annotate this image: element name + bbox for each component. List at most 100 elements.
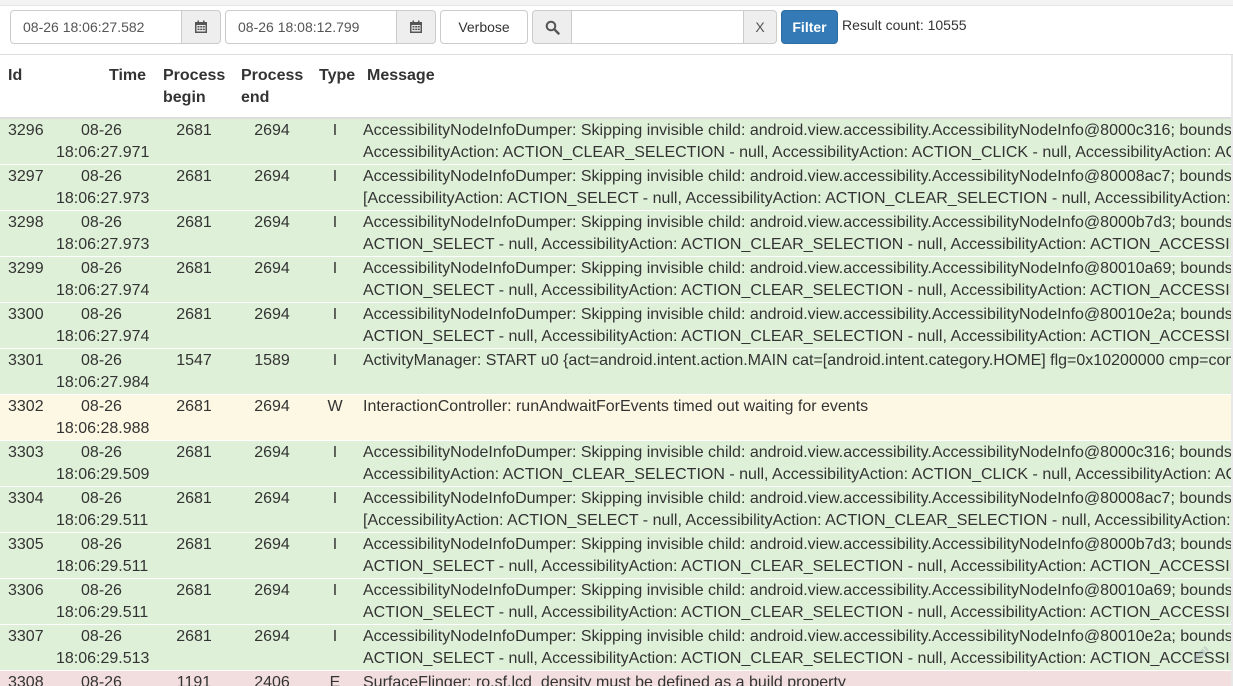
- log-message-line1: AccessibilityNodeInfoDumper: Skipping in…: [363, 628, 1233, 645]
- log-clock: 18:06:29.509: [56, 466, 150, 483]
- log-row[interactable]: 3298 08-26 18:06:27.973 2681 2694 I Accessibil…: [0, 210, 1233, 257]
- log-process-begin: 2681: [155, 532, 233, 579]
- log-process-end: 2694: [233, 394, 311, 441]
- log-row[interactable]: 3306 08-26 18:06:29.511 2681 2694 I Accessibil…: [0, 578, 1233, 625]
- log-table-body: 3296 08-26 18:06:27.971 2681 2694 I Accessibil…: [0, 117, 1233, 686]
- log-id: 3306: [0, 578, 48, 625]
- log-row[interactable]: 3302 08-26 18:06:28.988 2681 2694 W Interactio…: [0, 394, 1233, 441]
- log-time: 08-26 18:06:29.511: [48, 486, 155, 533]
- log-clock: 18:06:27.974: [56, 282, 150, 299]
- log-clock: 18:06:28.988: [56, 420, 150, 437]
- column-header-message[interactable]: Message: [359, 55, 1233, 119]
- start-time-input[interactable]: 08-26 18:06:27.582: [10, 10, 182, 44]
- end-time-input[interactable]: 08-26 18:08:12.799: [225, 10, 397, 44]
- log-process-end: 2694: [233, 624, 311, 671]
- log-message: AccessibilityNodeInfoDumper: Skipping in…: [359, 302, 1233, 349]
- table-header-row: Id Time Process begin Process end Type M…: [0, 55, 1233, 119]
- log-row[interactable]: 3307 08-26 18:06:29.513 2681 2694 I Accessibil…: [0, 624, 1233, 671]
- log-row[interactable]: 3305 08-26 18:06:29.511 2681 2694 I Accessibil…: [0, 532, 1233, 579]
- log-message-line1: AccessibilityNodeInfoDumper: Skipping in…: [363, 582, 1233, 599]
- log-process-begin: 2681: [155, 164, 233, 211]
- log-process-end: 2694: [233, 440, 311, 487]
- log-process-begin: 2681: [155, 394, 233, 441]
- log-type: E: [311, 670, 359, 686]
- calendar-icon: [195, 20, 207, 33]
- log-process-end: 2694: [233, 532, 311, 579]
- column-header-process-end-line1: Process: [241, 67, 304, 84]
- log-time: 08-26 18:06:29.513: [48, 624, 155, 671]
- log-row[interactable]: 3296 08-26 18:06:27.971 2681 2694 I Accessibil…: [0, 117, 1233, 165]
- log-message: AccessibilityNodeInfoDumper: Skipping in…: [359, 532, 1233, 579]
- log-type: I: [311, 486, 359, 533]
- log-time: 08-26 18:06:27.973: [48, 164, 155, 211]
- log-row[interactable]: 3297 08-26 18:06:27.973 2681 2694 I Accessibil…: [0, 164, 1233, 211]
- log-process-begin: 2681: [155, 256, 233, 303]
- log-type: I: [311, 532, 359, 579]
- log-message: AccessibilityNodeInfoDumper: Skipping in…: [359, 440, 1233, 487]
- search-input[interactable]: [571, 10, 744, 44]
- log-table-container[interactable]: Id Time Process begin Process end Type M…: [0, 55, 1233, 686]
- log-process-begin: 2681: [155, 578, 233, 625]
- log-date: 08-26: [81, 306, 122, 323]
- log-clock: 18:06:27.973: [56, 236, 150, 253]
- log-message-line1: AccessibilityNodeInfoDumper: Skipping in…: [363, 122, 1233, 139]
- log-message-line2: [AccessibilityAction: ACTION_SELECT - nu…: [363, 190, 1233, 207]
- log-row[interactable]: 3299 08-26 18:06:27.974 2681 2694 I Accessibil…: [0, 256, 1233, 303]
- log-row[interactable]: 3304 08-26 18:06:29.511 2681 2694 I Accessibil…: [0, 486, 1233, 533]
- log-date: 08-26: [81, 352, 122, 369]
- log-clock: 18:06:29.511: [56, 512, 149, 529]
- log-id: 3303: [0, 440, 48, 487]
- log-id: 3297: [0, 164, 48, 211]
- log-message-line1: AccessibilityNodeInfoDumper: Skipping in…: [363, 536, 1233, 553]
- end-calendar-button[interactable]: [396, 10, 436, 44]
- log-date: 08-26: [81, 398, 122, 415]
- column-header-type[interactable]: Type: [311, 55, 359, 119]
- log-row[interactable]: 3301 08-26 18:06:27.984 1547 1589 I ActivityMa…: [0, 348, 1233, 395]
- log-filter-toolbar: 08-26 18:06:27.582 08-26 18:08:12.799 Ve…: [0, 0, 1233, 63]
- pencil-icon[interactable]: [1188, 643, 1212, 667]
- log-row[interactable]: 3303 08-26 18:06:29.509 2681 2694 I Accessibil…: [0, 440, 1233, 487]
- column-header-id[interactable]: Id: [0, 55, 48, 119]
- log-type: I: [311, 302, 359, 349]
- log-level-dropdown[interactable]: Verbose: [440, 10, 528, 63]
- log-type: I: [311, 210, 359, 257]
- log-clock: 18:06:29.511: [56, 558, 149, 575]
- log-type: I: [311, 256, 359, 303]
- filter-button[interactable]: Filter: [781, 10, 838, 44]
- log-clock: 18:06:27.974: [56, 328, 150, 345]
- log-table: Id Time Process begin Process end Type M…: [0, 55, 1233, 686]
- log-message-line2: ACTION_SELECT - null, AccessibilityActio…: [363, 558, 1233, 575]
- log-id: 3296: [0, 117, 48, 165]
- log-time: 08-26 18:06:27.984: [48, 348, 155, 395]
- log-row[interactable]: 330808-2618:06:29.92911912406E SurfaceFli…: [0, 670, 1233, 686]
- clear-search-button[interactable]: X: [743, 10, 777, 44]
- column-header-process-end[interactable]: Process end: [233, 55, 311, 119]
- log-id: 3307: [0, 624, 48, 671]
- log-message: InteractionController: runAndwaitForEven…: [359, 394, 1233, 441]
- log-row[interactable]: 3300 08-26 18:06:27.974 2681 2694 I Accessibil…: [0, 302, 1233, 349]
- log-message-line2: ACTION_SELECT - null, AccessibilityActio…: [363, 650, 1233, 667]
- start-calendar-button[interactable]: [181, 10, 221, 44]
- log-clock: 18:06:27.971: [56, 144, 150, 161]
- log-date: 08-26: [81, 582, 122, 599]
- column-header-time[interactable]: Time: [48, 55, 155, 119]
- log-process-begin: 1547: [155, 348, 233, 395]
- log-clock: 18:06:27.984: [56, 374, 150, 391]
- log-date: 08-26: [81, 168, 122, 185]
- log-time: 08-2618:06:29.929: [48, 670, 155, 686]
- log-date: 08-26: [81, 122, 122, 139]
- log-type: I: [311, 440, 359, 487]
- log-message: AccessibilityNodeInfoDumper: Skipping in…: [359, 486, 1233, 533]
- log-time: 08-26 18:06:27.974: [48, 302, 155, 349]
- log-process-end: 2694: [233, 117, 311, 165]
- log-message-line1: AccessibilityNodeInfoDumper: Skipping in…: [363, 168, 1233, 185]
- log-message: AccessibilityNodeInfoDumper: Skipping in…: [359, 164, 1233, 211]
- log-message-line2: AccessibilityAction: ACTION_CLEAR_SELECT…: [363, 466, 1233, 483]
- column-header-process-begin-line2: begin: [163, 89, 206, 106]
- column-header-process-begin[interactable]: Process begin: [155, 55, 233, 119]
- log-message-line1: AccessibilityNodeInfoDumper: Skipping in…: [363, 444, 1233, 461]
- log-message-line1: ActivityManager: START u0 {act=android.i…: [363, 352, 1233, 369]
- log-id: 3300: [0, 302, 48, 349]
- log-process-end: 1589: [233, 348, 311, 395]
- log-process-end: 2694: [233, 210, 311, 257]
